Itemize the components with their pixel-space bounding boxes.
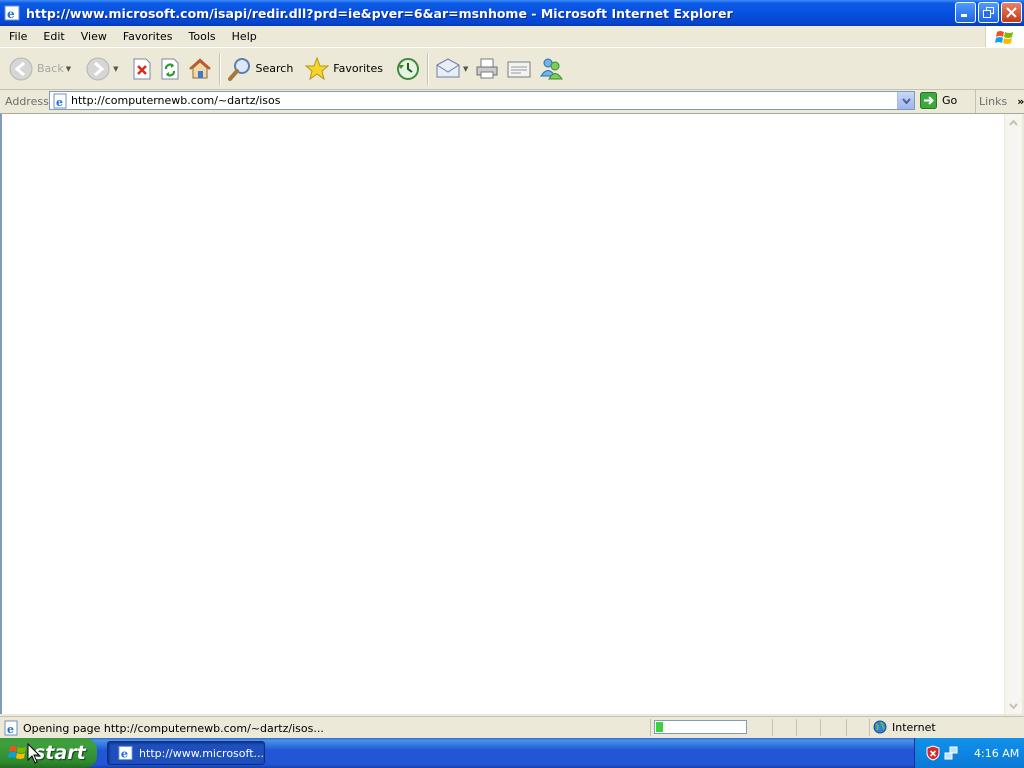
stop-icon: [133, 58, 150, 79]
favorites-label: Favorites: [333, 62, 383, 75]
windows-flag-icon: [995, 30, 1013, 44]
zone-label: Internet: [892, 720, 936, 734]
restore-icon: [983, 7, 994, 18]
vertical-scrollbar[interactable]: [1004, 114, 1022, 714]
favorites-star-icon: [304, 56, 330, 80]
refresh-button[interactable]: [156, 51, 184, 87]
menu-edit[interactable]: Edit: [35, 26, 72, 47]
start-button[interactable]: start: [0, 738, 97, 768]
history-button[interactable]: [392, 51, 424, 87]
mail-button[interactable]: ▼: [432, 51, 471, 87]
back-button[interactable]: Back ▼: [5, 51, 74, 87]
system-tray: 4:16 AM: [914, 738, 1024, 768]
scroll-up-icon[interactable]: [1005, 114, 1022, 131]
messenger-icon: [540, 58, 564, 79]
progress-bar: [654, 720, 747, 734]
history-icon: [397, 57, 419, 80]
toolbar-separator: [218, 52, 221, 85]
svg-text:e: e: [56, 96, 63, 109]
go-arrow-icon: [920, 92, 937, 109]
standard-toolbar: Back ▼ ▼ Search Favorites ▼: [0, 48, 1024, 90]
address-dropdown-button[interactable]: [897, 92, 914, 109]
mail-icon: [436, 57, 460, 77]
chevron-right-icon[interactable]: »: [1017, 95, 1024, 108]
back-dropdown-icon[interactable]: ▼: [66, 65, 71, 73]
forward-button[interactable]: ▼: [82, 51, 121, 87]
mouse-cursor-icon: [27, 743, 41, 764]
svg-text:e: e: [7, 723, 14, 736]
status-divider: [846, 719, 847, 736]
security-shield-icon[interactable]: [926, 745, 940, 761]
menu-tools[interactable]: Tools: [181, 26, 224, 47]
search-icon: [227, 57, 250, 81]
favorites-button[interactable]: Favorites: [301, 51, 386, 87]
restore-button[interactable]: [978, 2, 999, 23]
chevron-down-icon: [901, 97, 911, 104]
edit-button[interactable]: [503, 51, 535, 87]
page-icon: e: [53, 93, 67, 109]
go-button[interactable]: Go: [920, 92, 957, 109]
ie-icon: e: [118, 745, 133, 761]
address-input[interactable]: [68, 92, 891, 109]
forward-dropdown-icon[interactable]: ▼: [113, 65, 118, 73]
links-label: Links: [979, 95, 1008, 108]
svg-text:e: e: [121, 747, 128, 761]
title-bar[interactable]: e http://www.microsoft.com/isapi/redir.d…: [0, 0, 1024, 26]
window-title: http://www.microsoft.com/isapi/redir.dll…: [26, 5, 733, 21]
clock[interactable]: 4:16 AM: [974, 747, 1019, 760]
windows-logo: [985, 26, 1024, 47]
print-button[interactable]: [471, 51, 503, 87]
home-icon: [188, 57, 211, 78]
links-toolbar[interactable]: Links »: [975, 90, 1024, 113]
mail-dropdown-icon[interactable]: ▼: [463, 65, 468, 73]
page-loading-icon: e: [4, 720, 18, 736]
toolbar-separator: [427, 52, 429, 85]
ie-icon: e: [4, 5, 20, 21]
home-button[interactable]: [184, 51, 216, 87]
status-divider: [796, 719, 797, 736]
address-label: Address: [5, 95, 49, 108]
menu-help[interactable]: Help: [224, 26, 265, 47]
taskbar-item-ie[interactable]: e http://www.microsoft...: [107, 741, 265, 765]
svg-text:e: e: [7, 7, 15, 21]
progress-fill: [656, 722, 664, 732]
refresh-icon: [161, 58, 178, 79]
search-button[interactable]: Search: [224, 51, 297, 87]
address-bar: Address e Go Links »: [0, 90, 1024, 114]
edit-page-icon: [507, 61, 531, 77]
menu-view[interactable]: View: [73, 26, 115, 47]
address-box[interactable]: e: [49, 91, 915, 110]
status-divider: [869, 719, 870, 736]
status-divider: [650, 719, 651, 736]
page-content[interactable]: [0, 114, 1004, 714]
status-divider: [820, 719, 821, 736]
menu-file[interactable]: File: [0, 26, 35, 47]
menu-bar: File Edit View Favorites Tools Help: [0, 26, 1024, 48]
menu-favorites[interactable]: Favorites: [115, 26, 181, 47]
scroll-down-icon[interactable]: [1005, 697, 1022, 714]
go-label: Go: [942, 94, 958, 107]
close-button[interactable]: [1001, 2, 1022, 23]
status-bar: e Opening page http://computernewb.com/~…: [0, 716, 1024, 739]
back-arrow-icon: [9, 57, 33, 80]
taskbar: start e http://www.microsoft... 4:16 AM: [0, 738, 1024, 768]
start-label: start: [34, 742, 86, 764]
printer-icon: [476, 58, 498, 78]
close-icon: [1006, 7, 1017, 18]
windows-logo-icon: [8, 746, 26, 759]
status-divider: [772, 719, 773, 736]
minimize-icon: [961, 14, 967, 17]
stop-button[interactable]: [128, 51, 156, 87]
messenger-button[interactable]: [535, 51, 567, 87]
search-label: Search: [255, 62, 294, 75]
back-label: Back: [37, 62, 64, 75]
security-zone[interactable]: Internet: [873, 720, 936, 734]
globe-icon: [873, 720, 887, 734]
minimize-button[interactable]: [955, 2, 976, 23]
status-text: Opening page http://computernewb.com/~da…: [23, 721, 324, 735]
network-icon[interactable]: [944, 745, 958, 761]
taskbar-item-label: http://www.microsoft...: [139, 746, 264, 760]
forward-arrow-icon: [86, 57, 110, 80]
